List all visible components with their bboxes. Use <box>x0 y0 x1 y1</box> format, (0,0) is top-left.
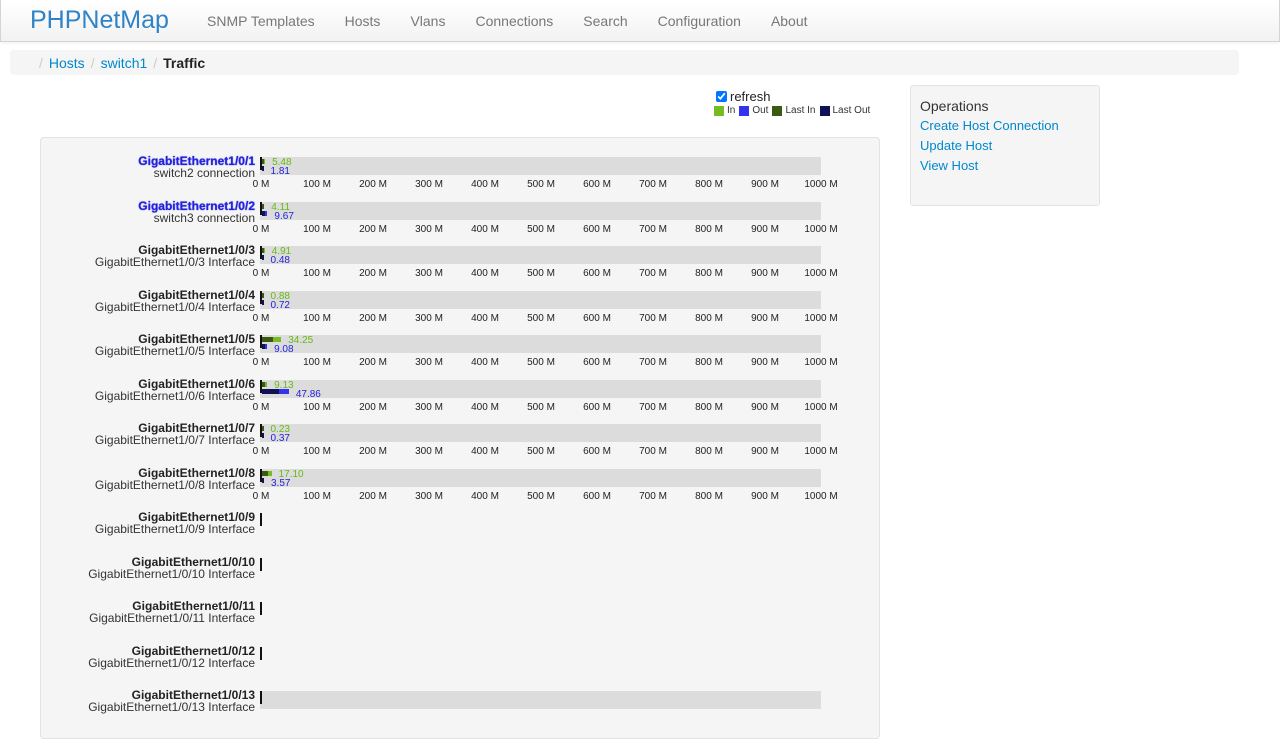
interface-row: GigabitEthernet1/0/9 GigabitEthernet1/0/9… <box>1 492 901 537</box>
traffic-track <box>260 290 821 309</box>
last-in-traffic-bar <box>262 337 274 342</box>
interface-row: GigabitEthernet1/0/10 GigabitEthernet1/0/… <box>1 537 901 582</box>
interface-row: GigabitEthernet1/0/5 GigabitEthernet1/0/5… <box>1 314 901 369</box>
in-traffic-value: 9.13 <box>274 379 294 391</box>
breadcrumb-hosts[interactable]: Hosts <box>49 55 85 71</box>
interface-description: GigabitEthernet1/0/9 Interface <box>94 522 255 536</box>
interface-marker <box>260 557 262 571</box>
traffic-track <box>260 246 821 264</box>
breadcrumb: / Hosts / switch1 / Traffic <box>10 50 1239 75</box>
nav-search[interactable]: Search <box>568 0 642 41</box>
interface-marker <box>260 513 262 526</box>
traffic-track <box>260 379 821 398</box>
operations-title: Operations <box>920 98 989 114</box>
last-out-traffic-bar <box>262 299 264 305</box>
last-in-traffic-bar <box>262 470 268 476</box>
interface-row: GigabitEthernet1/0/2 switch3 connection 4.… <box>1 181 901 235</box>
out-traffic-value: 0.72 <box>270 299 290 311</box>
interface-row: GigabitEthernet1/0/3 GigabitEthernet1/0/3… <box>1 225 901 280</box>
brand-logo[interactable]: PHPNetMap <box>30 5 169 35</box>
legend-out-swatch <box>739 105 750 116</box>
legend-last-in-swatch <box>772 105 783 116</box>
interface-row: GigabitEthernet1/0/7 GigabitEthernet1/0/7… <box>1 403 901 458</box>
last-in-traffic-bar <box>262 159 264 164</box>
nav-vlans[interactable]: Vlans <box>395 0 460 41</box>
nav-snmp-templates[interactable]: SNMP Templates <box>192 0 330 41</box>
traffic-track <box>260 201 821 220</box>
interface-description: GigabitEthernet1/0/13 Interface <box>88 700 255 714</box>
interface-marker <box>260 646 262 660</box>
update-host-link[interactable]: Update Host <box>920 138 992 153</box>
legend-out-label: Out <box>752 105 769 116</box>
interface-row: GigabitEthernet1/0/11 GigabitEthernet1/0/… <box>1 581 901 626</box>
breadcrumb-separator: / <box>39 55 43 71</box>
refresh-panel: refresh In Out Last In Last Out <box>714 88 874 116</box>
traffic-track <box>260 691 821 709</box>
view-host-link[interactable]: View Host <box>920 158 978 173</box>
legend-in-label: In <box>727 105 736 116</box>
traffic-track <box>260 424 821 442</box>
nav-hosts[interactable]: Hosts <box>330 0 396 41</box>
interface-row: GigabitEthernet1/0/12 GigabitEthernet1/0/… <box>1 626 901 671</box>
breadcrumb-active: Traffic <box>163 55 206 71</box>
traffic-track <box>260 335 821 353</box>
breadcrumb-separator: / <box>90 55 95 71</box>
out-traffic-value: 1.81 <box>270 166 290 177</box>
out-traffic-value: 3.57 <box>271 477 291 489</box>
breadcrumb-switch1[interactable]: switch1 <box>101 55 148 71</box>
last-out-traffic-bar <box>262 255 264 260</box>
interface-description: GigabitEthernet1/0/10 Interface <box>88 566 255 581</box>
refresh-label: refresh <box>730 88 771 104</box>
last-in-traffic-bar <box>262 248 264 253</box>
traffic-track <box>260 157 821 175</box>
operations-panel: Operations Create Host Connection Update… <box>910 85 1100 206</box>
out-traffic-value: 47.86 <box>295 388 321 400</box>
nav-connections[interactable]: Connections <box>460 0 568 41</box>
traffic-panel: GigabitEthernet1/0/1 switch2 connection 5.… <box>40 137 880 739</box>
last-in-traffic-bar <box>262 203 264 209</box>
legend-in-swatch <box>714 105 724 116</box>
interface-description: GigabitEthernet1/0/11 Interface <box>89 611 255 625</box>
breadcrumb-separator: / <box>153 55 158 71</box>
legend-last-in-label: Last In <box>785 105 816 116</box>
last-in-traffic-bar <box>262 426 264 431</box>
last-out-traffic-bar <box>262 210 265 216</box>
main-nav: SNMP Templates Hosts Vlans Connections S… <box>192 0 823 41</box>
last-out-traffic-bar <box>262 433 264 438</box>
interface-row: GigabitEthernet1/0/8 GigabitEthernet1/0/8… <box>1 448 901 502</box>
out-traffic-value: 9.08 <box>274 344 294 355</box>
nav-configuration[interactable]: Configuration <box>643 0 756 41</box>
last-out-traffic-bar <box>262 166 264 171</box>
nav-about[interactable]: About <box>756 0 823 41</box>
interface-row: GigabitEthernet1/0/1 switch2 connection 5.… <box>1 136 901 191</box>
create-host-connection-link[interactable]: Create Host Connection <box>920 118 1059 133</box>
out-traffic-value: 0.48 <box>270 255 290 266</box>
traffic-legend: In Out Last In Last Out <box>714 105 874 116</box>
out-traffic-value: 0.37 <box>270 433 290 444</box>
last-out-traffic-bar <box>262 344 265 349</box>
interface-row: GigabitEthernet1/0/4 GigabitEthernet1/0/4… <box>1 270 901 324</box>
interface-description: GigabitEthernet1/0/12 Interface <box>88 655 255 670</box>
traffic-track <box>260 468 821 487</box>
last-in-traffic-bar <box>262 381 265 387</box>
out-traffic-value: 9.67 <box>274 210 294 222</box>
refresh-checkbox[interactable] <box>716 90 727 102</box>
interface-row: GigabitEthernet1/0/6 GigabitEthernet1/0/6… <box>1 359 901 413</box>
last-in-traffic-bar <box>262 292 264 298</box>
interface-row: GigabitEthernet1/0/13 GigabitEthernet1/0/… <box>1 670 901 715</box>
interface-marker <box>260 691 262 704</box>
legend-last-out-label: Last Out <box>832 105 871 116</box>
interface-marker <box>260 602 262 615</box>
navbar: PHPNetMap SNMP Templates Hosts Vlans Con… <box>0 0 1280 42</box>
last-out-traffic-bar <box>262 477 264 483</box>
legend-last-out-swatch <box>819 105 830 116</box>
